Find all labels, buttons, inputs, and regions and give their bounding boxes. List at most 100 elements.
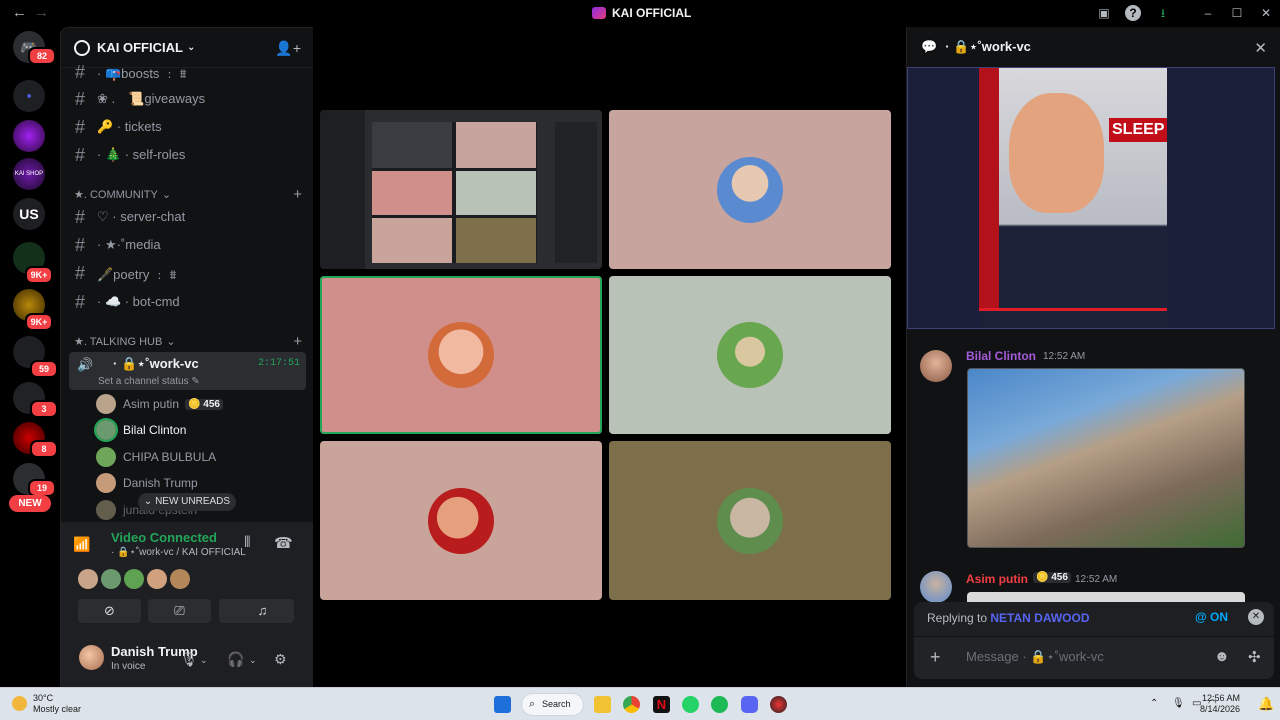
channel-media[interactable]: # · ★·˚media xyxy=(69,232,306,258)
weather-desc: Mostly clear xyxy=(33,704,82,714)
new-unreads-pill[interactable]: ⌄ NEW UNREADS xyxy=(138,493,236,511)
apps-icon[interactable]: ✣ xyxy=(1248,648,1261,666)
headphones-icon[interactable]: 🎧 xyxy=(227,651,244,668)
channel-label: 🔑 · tickets xyxy=(97,119,162,134)
soundboard-button[interactable]: ♫ xyxy=(231,599,294,623)
weather-temp: 30°C xyxy=(33,693,54,703)
disconnect-icon[interactable]: ☎ xyxy=(274,534,293,552)
message-author[interactable]: Asim putin xyxy=(966,572,1028,586)
folder-icon[interactable]: ▪ xyxy=(13,80,45,112)
microphone-icon[interactable]: 🎙 xyxy=(180,651,198,668)
channel-boosts[interactable]: # · 📪boosts ﹕ ⩩ xyxy=(69,59,306,85)
taskbar-search[interactable]: ⌕ Search xyxy=(521,693,584,716)
video-grid xyxy=(313,27,898,687)
server-icon-us[interactable]: US xyxy=(13,198,45,230)
embedded-image-frame[interactable]: SLEEP xyxy=(907,67,1275,329)
create-channel-icon[interactable]: + xyxy=(293,186,302,203)
chat-header: 💬 · 🔒⋆˚work-vc ✕ xyxy=(907,27,1280,67)
weather-moon-icon[interactable] xyxy=(12,696,27,711)
spotify-icon[interactable] xyxy=(711,696,728,713)
file-explorer-icon[interactable] xyxy=(594,696,611,713)
message-image-attachment[interactable] xyxy=(967,592,1245,602)
discord-taskbar-icon[interactable] xyxy=(741,696,758,713)
channel-tickets[interactable]: # 🔑 · tickets xyxy=(69,114,306,140)
voice-user[interactable]: CHIPA BULBULA xyxy=(96,445,216,469)
user-avatar[interactable] xyxy=(79,645,104,670)
chevron-down-icon: ⌄ xyxy=(186,42,196,53)
tray-overflow-icon[interactable]: ⌃ xyxy=(1150,698,1158,709)
back-arrow-icon[interactable]: ← xyxy=(12,4,27,21)
screen-share-tile[interactable] xyxy=(320,110,602,269)
message-avatar[interactable] xyxy=(920,350,952,382)
message-image-attachment[interactable] xyxy=(967,368,1245,548)
microphone-tray-icon[interactable]: 🎙 xyxy=(1172,698,1185,709)
voice-text-chat: 💬 · 🔒⋆˚work-vc ✕ SLEEP Bilal Clinton 12:… xyxy=(906,27,1280,687)
channel-bot-cmd[interactable]: # · ☁️ · bot-cmd xyxy=(69,289,306,315)
maximize-icon[interactable]: ☐ xyxy=(1229,5,1245,21)
close-chat-icon[interactable]: ✕ xyxy=(1254,39,1267,57)
message-avatar[interactable] xyxy=(920,571,952,603)
server-icon-kai-shop[interactable]: KAI SHOP xyxy=(13,158,45,190)
weather-widget[interactable]: 30°C Mostly clear xyxy=(33,693,81,715)
video-tile-putin[interactable] xyxy=(609,110,891,269)
chevron-down-icon[interactable]: ⌄ xyxy=(249,655,257,666)
face-shape xyxy=(1009,93,1104,213)
server-icon-1[interactable] xyxy=(13,120,45,152)
participant-avatar xyxy=(717,156,783,223)
new-servers-pill[interactable]: NEW xyxy=(9,495,51,512)
windows-start-icon[interactable] xyxy=(494,696,511,713)
video-tile-epstein[interactable] xyxy=(609,441,891,600)
channel-status[interactable]: Set a channel status ✎ xyxy=(98,376,200,387)
screen-share-button[interactable]: ⎚ xyxy=(148,599,211,623)
stream-grid xyxy=(372,122,537,263)
connection-channel[interactable]: · 🔒⋆˚work-vc / KAI OFFICIAL xyxy=(111,547,246,558)
channel-poetry[interactable]: # 🖋️poetry ﹕ ⩩ xyxy=(69,260,306,286)
channel-giveaways[interactable]: # ❀ . ⠀📜giveaways xyxy=(69,86,306,112)
chevron-down-icon[interactable]: ⌄ xyxy=(200,655,208,666)
emoji-icon[interactable]: ☻ xyxy=(1214,648,1230,665)
notification-bell-icon[interactable]: 🔔 xyxy=(1258,696,1274,712)
netflix-icon[interactable]: N xyxy=(653,696,670,713)
video-tile-green-man[interactable] xyxy=(609,276,891,434)
app-icon[interactable] xyxy=(770,696,787,713)
video-tile-trump[interactable] xyxy=(320,441,602,600)
red-curtain xyxy=(979,68,999,308)
avatar xyxy=(96,500,116,520)
chevron-down-icon: ⌄ xyxy=(161,189,172,201)
inbox-icon[interactable]: ▣ xyxy=(1096,5,1112,21)
channel-sidebar: KAI OFFICIAL ⌄ 👤+ # · 📪boosts ﹕ ⩩ # ❀ . ⠀📜… xyxy=(60,27,314,689)
mention-toggle[interactable]: @ ON xyxy=(1195,610,1228,624)
replying-to-user[interactable]: NETAN DAWOOD xyxy=(990,611,1089,625)
help-icon[interactable]: ? xyxy=(1125,5,1141,21)
voice-user[interactable]: Bilal Clinton xyxy=(94,418,187,442)
channel-server-chat[interactable]: # ♡ · server-chat xyxy=(69,204,306,230)
video-tile-baby-face[interactable] xyxy=(320,276,602,434)
connected-avatars xyxy=(78,569,190,589)
category-community[interactable]: ★. COMMUNITY ⌄ + xyxy=(74,186,302,203)
download-icon[interactable]: ⭳ xyxy=(1155,5,1171,21)
minimize-icon[interactable]: – xyxy=(1200,5,1216,21)
cancel-reply-icon[interactable]: ✕ xyxy=(1248,609,1264,625)
message-input[interactable] xyxy=(966,649,1206,664)
connection-status[interactable]: Video Connected xyxy=(111,530,217,545)
system-clock[interactable]: 12:56 AM 8/14/2026 xyxy=(1200,693,1240,715)
invite-people-icon[interactable]: 👤+ xyxy=(275,40,301,57)
voice-user[interactable]: Danish Trump xyxy=(96,471,198,495)
category-talking-hub[interactable]: ★. TALKING HUB ⌄ + xyxy=(74,333,302,350)
whatsapp-icon[interactable] xyxy=(682,696,699,713)
channel-self-roles[interactable]: # · 🎄 · self-roles xyxy=(69,142,306,168)
noise-suppression-icon[interactable]: ⦀ xyxy=(244,534,251,551)
voice-channel-work-vc[interactable]: 🔊 · 🔒⋆˚work-vc 2:17:51 Set a channel sta… xyxy=(69,352,306,390)
close-window-icon[interactable]: ✕ xyxy=(1258,5,1274,21)
camera-off-button[interactable]: ⊘ xyxy=(78,599,141,623)
forward-arrow-icon[interactable]: → xyxy=(34,4,49,21)
voice-user-name: Bilal Clinton xyxy=(123,423,187,437)
voice-user[interactable]: Asim putin 🪙 456 xyxy=(96,392,223,416)
settings-gear-icon[interactable]: ⚙ xyxy=(274,651,287,668)
channel-label: ❀ . ⠀📜giveaways xyxy=(97,91,206,106)
chrome-icon[interactable] xyxy=(623,696,640,713)
add-attachment-icon[interactable]: + xyxy=(930,647,941,668)
message-author[interactable]: Bilal Clinton xyxy=(966,349,1036,363)
create-channel-icon[interactable]: + xyxy=(293,333,302,350)
signal-icon[interactable]: 📶 xyxy=(73,536,90,553)
